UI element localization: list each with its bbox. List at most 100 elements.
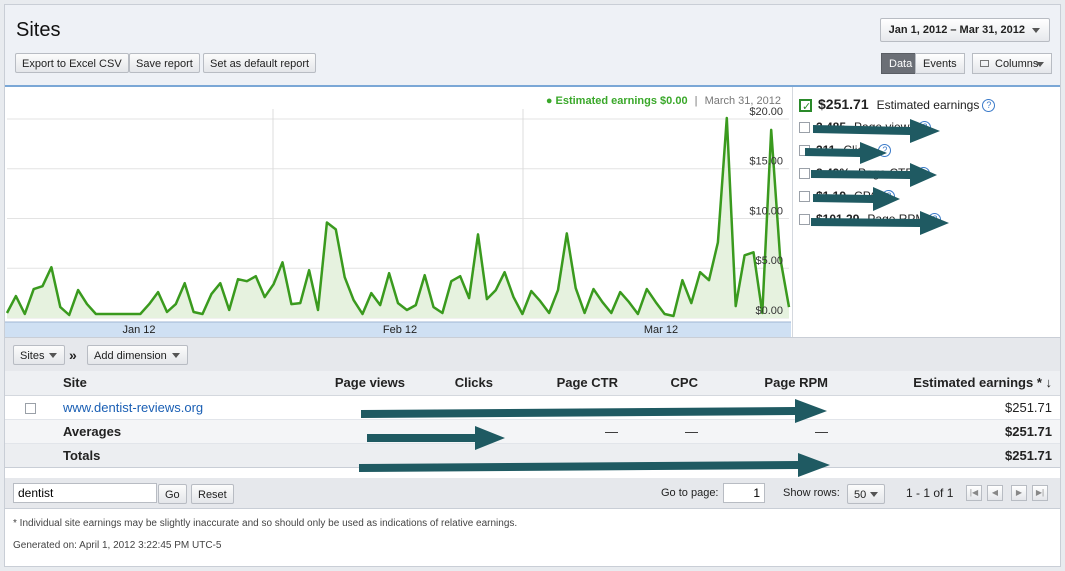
date-range-label: Jan 1, 2012 – Mar 31, 2012 bbox=[888, 24, 1025, 36]
totals-label: Totals bbox=[55, 443, 275, 468]
metric-value: $1.19 bbox=[816, 189, 847, 203]
column-header-page-rpm[interactable]: Page RPM bbox=[706, 371, 836, 396]
metric-label: Estimated earnings bbox=[876, 98, 980, 112]
pagination-bar: Go Reset Go to page: Show rows: 50 1 - 1… bbox=[5, 478, 1060, 509]
set-default-report-button[interactable]: Set as default report bbox=[203, 53, 317, 73]
column-header-page-views[interactable]: Page views bbox=[275, 371, 413, 396]
metric-checkbox[interactable]: ✓ bbox=[799, 99, 812, 114]
y-tick-label: $10.00 bbox=[749, 205, 783, 217]
metric-label: Page views bbox=[854, 120, 916, 134]
page-number-input[interactable] bbox=[723, 483, 765, 503]
last-page-button[interactable]: ▶| bbox=[1032, 485, 1048, 501]
averages-ctr: — bbox=[501, 419, 626, 444]
save-report-button[interactable]: Save report bbox=[129, 53, 200, 73]
metric-checkbox[interactable] bbox=[799, 122, 810, 134]
prev-page-button[interactable]: ◀ bbox=[987, 485, 1003, 501]
sites-table: Site Page views Clicks Page CTR CPC Page… bbox=[5, 371, 1060, 468]
table-row: www.dentist-reviews.org $251.71 bbox=[5, 395, 1060, 420]
metric-label: Clicks bbox=[843, 143, 876, 157]
y-tick-label: $20.00 bbox=[749, 106, 783, 118]
metric-label: Page RPM bbox=[867, 212, 926, 226]
export-csv-button[interactable]: Export to Excel CSV bbox=[15, 53, 129, 73]
metric-row[interactable]: 211 Clicks? bbox=[799, 141, 892, 159]
help-icon[interactable]: ? bbox=[917, 167, 931, 181]
sites-dimension-dropdown[interactable]: Sites bbox=[13, 345, 66, 365]
totals-earnings: $251.71 bbox=[836, 443, 1060, 468]
help-icon[interactable]: ? bbox=[928, 213, 942, 227]
metric-value: $251.71 bbox=[818, 96, 869, 112]
metric-value: 8.49% bbox=[816, 166, 851, 180]
first-page-button[interactable]: |◀ bbox=[966, 485, 982, 501]
column-header-site[interactable]: Site bbox=[55, 371, 275, 396]
dimension-toolbar: Sites » Add dimension bbox=[5, 337, 1060, 372]
row-checkbox[interactable] bbox=[24, 402, 36, 414]
metric-value: 211 bbox=[816, 143, 836, 157]
chevron-down-icon bbox=[49, 353, 58, 358]
earnings-chart: ● Estimated earnings $0.00 | March 31, 2… bbox=[5, 87, 791, 337]
sites-dimension-label: Sites bbox=[20, 350, 45, 362]
rows-per-page-select[interactable]: 50 bbox=[847, 484, 886, 504]
date-range-picker[interactable]: Jan 1, 2012 – Mar 31, 2012 bbox=[879, 18, 1050, 42]
reset-button[interactable]: Reset bbox=[191, 484, 234, 504]
averages-earnings: $251.71 bbox=[836, 419, 1060, 444]
column-header-clicks[interactable]: Clicks bbox=[413, 371, 501, 396]
line-chart[interactable]: $20.00 $15.00 $10.00 $5.00 $0.00 Jan 12 Feb 12… bbox=[5, 87, 791, 337]
table-header-row: Site Page views Clicks Page CTR CPC Page… bbox=[5, 371, 1060, 396]
metric-row[interactable]: 2,485 Page views? bbox=[799, 118, 932, 136]
row-earnings: $251.71 bbox=[836, 395, 1060, 420]
totals-row: Totals $251.71 bbox=[5, 443, 1060, 468]
series-line bbox=[5, 116, 791, 318]
goto-page-label: Go to page: bbox=[661, 487, 719, 499]
help-icon[interactable]: ? bbox=[918, 121, 932, 135]
help-icon[interactable]: ? bbox=[878, 144, 892, 158]
column-header-page-ctr[interactable]: Page CTR bbox=[501, 371, 626, 396]
rows-per-page-value: 50 bbox=[854, 489, 867, 501]
metric-value: $101.29 bbox=[816, 212, 860, 226]
metric-checkbox[interactable] bbox=[799, 191, 810, 203]
metric-row[interactable]: $1.19 CPC? bbox=[799, 187, 896, 205]
metric-label: Page CTR bbox=[858, 166, 915, 180]
filter-input[interactable] bbox=[13, 483, 157, 503]
metric-row[interactable]: $101.29 Page RPM? bbox=[799, 210, 942, 228]
tab-events[interactable]: Events bbox=[915, 53, 965, 74]
averages-row: Averages — — — $251.71 bbox=[5, 419, 1060, 444]
earnings-disclaimer: * Individual site earnings may be slight… bbox=[13, 518, 518, 529]
averages-cpc: — bbox=[626, 419, 706, 444]
column-header-cpc[interactable]: CPC bbox=[626, 371, 706, 396]
checkmark-icon: ✓ bbox=[802, 101, 812, 114]
add-dimension-label: Add dimension bbox=[94, 350, 167, 362]
help-icon[interactable]: ? bbox=[982, 99, 996, 113]
metric-checkbox[interactable] bbox=[799, 145, 810, 157]
columns-label: Columns bbox=[995, 58, 1039, 70]
x-tick-label: Jan 12 bbox=[122, 324, 155, 336]
metric-value: 2,485 bbox=[816, 120, 847, 134]
metric-checkbox[interactable] bbox=[799, 214, 810, 226]
chevron-down-icon bbox=[171, 353, 180, 358]
add-dimension-dropdown[interactable]: Add dimension bbox=[87, 345, 188, 365]
metric-row[interactable]: ✓ $251.71 Estimated earnings? bbox=[799, 95, 996, 114]
generated-timestamp: Generated on: April 1, 2012 3:22:45 PM U… bbox=[13, 540, 222, 551]
result-range: 1 - 1 of 1 bbox=[906, 486, 954, 500]
column-header-estimated-earnings[interactable]: Estimated earnings * ↓ bbox=[836, 371, 1060, 396]
site-link[interactable]: www.dentist-reviews.org bbox=[63, 400, 203, 415]
report-header: Sites Jan 1, 2012 – Mar 31, 2012 Export … bbox=[5, 5, 1060, 87]
breadcrumb-separator-icon: » bbox=[69, 347, 77, 363]
y-tick-label: $0.00 bbox=[755, 305, 783, 317]
chevron-down-icon bbox=[870, 492, 879, 497]
x-tick-label: Feb 12 bbox=[383, 324, 417, 336]
y-tick-label: $5.00 bbox=[755, 255, 783, 267]
help-icon[interactable]: ? bbox=[882, 190, 896, 204]
metric-row[interactable]: 8.49% Page CTR? bbox=[799, 164, 931, 182]
next-page-button[interactable]: ▶ bbox=[1011, 485, 1027, 501]
averages-label: Averages bbox=[55, 419, 275, 444]
columns-grid-icon bbox=[980, 60, 989, 67]
y-tick-label: $15.00 bbox=[749, 156, 783, 168]
page-title: Sites bbox=[16, 19, 61, 41]
go-button[interactable]: Go bbox=[158, 484, 187, 504]
columns-button[interactable]: Columns bbox=[972, 53, 1052, 74]
metric-checkbox[interactable] bbox=[799, 168, 810, 180]
chevron-down-icon bbox=[1036, 62, 1044, 67]
show-rows-label: Show rows: bbox=[783, 487, 840, 499]
metrics-panel: ✓ $251.71 Estimated earnings? 2,485 Page vie… bbox=[792, 87, 1060, 337]
averages-rpm: — bbox=[706, 419, 836, 444]
